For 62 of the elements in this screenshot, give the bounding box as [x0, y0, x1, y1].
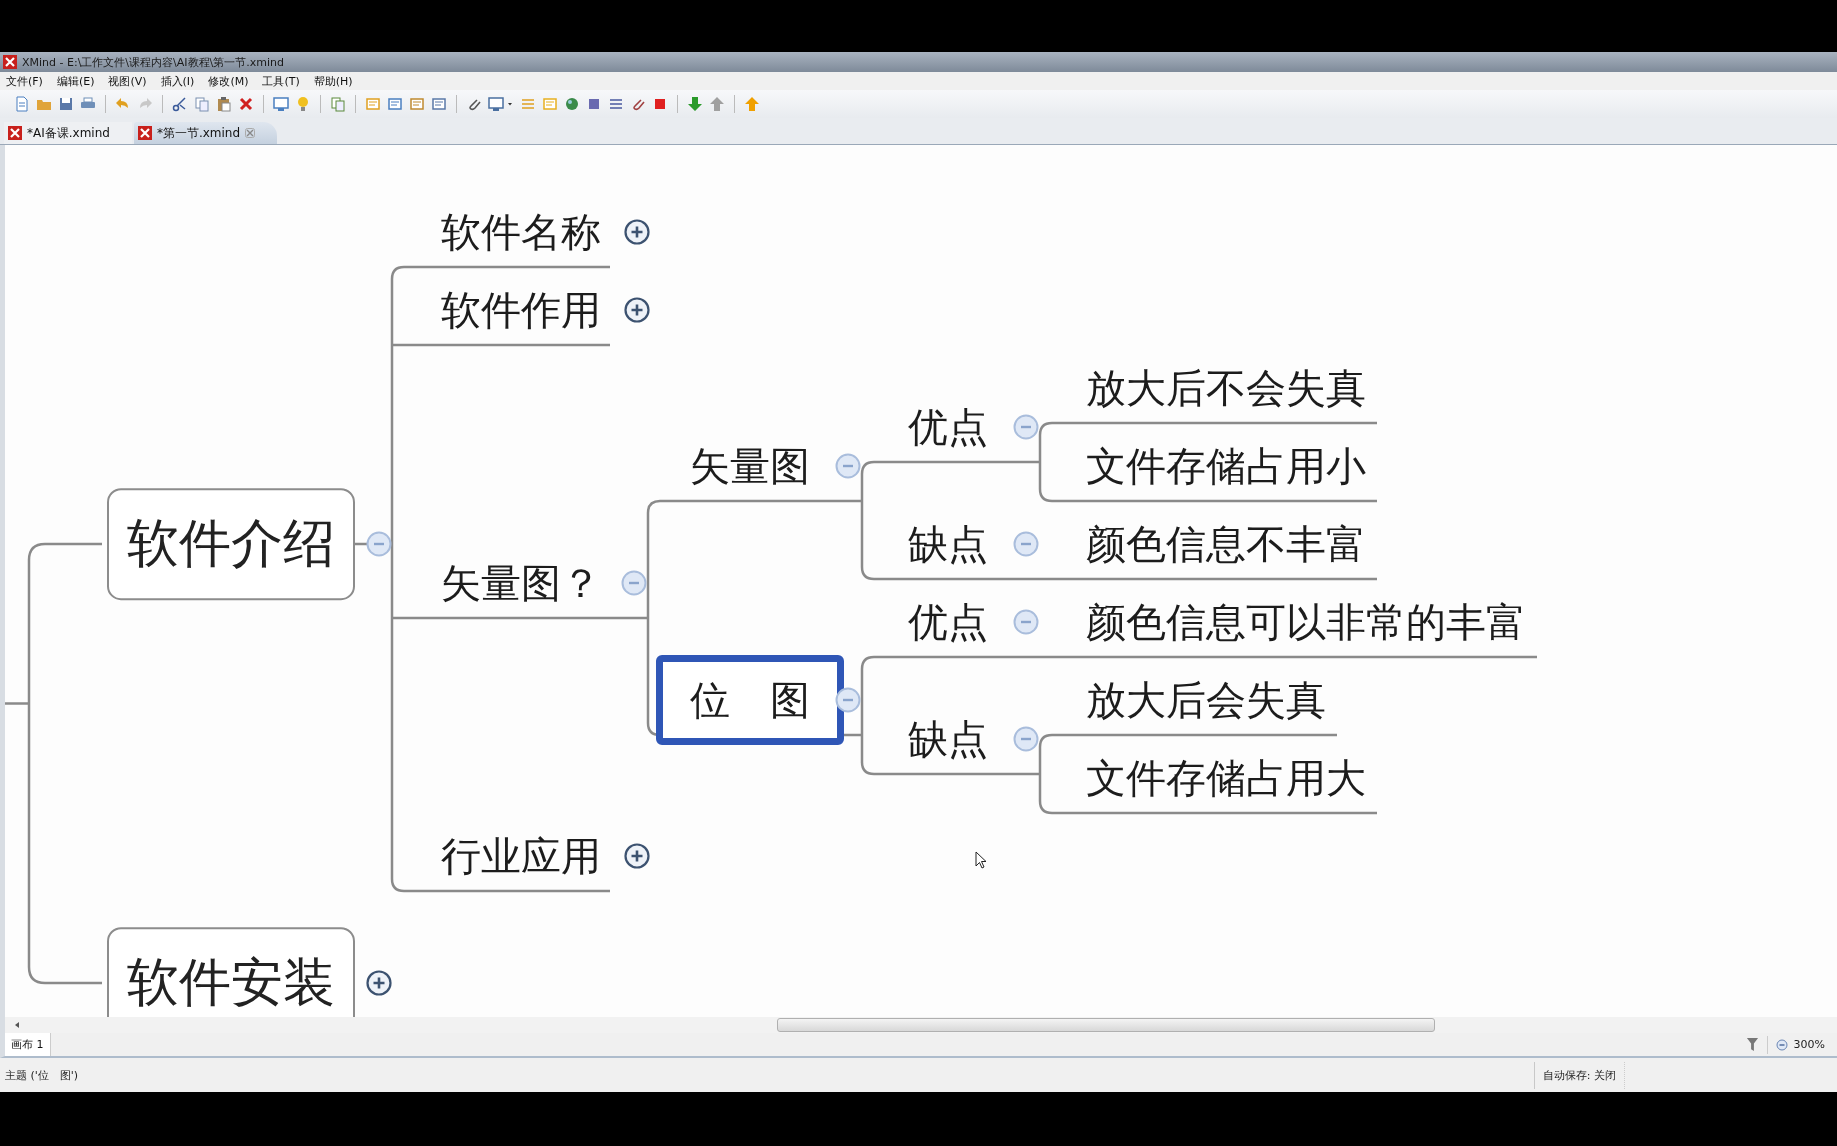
- topic-icon[interactable]: [365, 96, 381, 112]
- status-text: 主题 ('位 图'): [5, 1067, 79, 1083]
- subtopic[interactable]: 矢量图: [690, 441, 810, 491]
- subtopic[interactable]: 放大后不会失真: [1086, 363, 1366, 413]
- subtopic[interactable]: 行业应用: [441, 831, 601, 881]
- globe-icon[interactable]: [564, 96, 580, 112]
- paste-icon[interactable]: [216, 96, 232, 112]
- note-icon[interactable]: [542, 96, 558, 112]
- filter-icon[interactable]: [1745, 1037, 1759, 1052]
- collapse-button[interactable]: [366, 531, 392, 557]
- stop-icon[interactable]: [652, 96, 668, 112]
- subtopic[interactable]: 文件存储占用大: [1086, 753, 1366, 803]
- menu-item[interactable]: 插入(I): [160, 73, 195, 89]
- menu-item[interactable]: 文件(F): [6, 73, 43, 89]
- zoom-out-icon[interactable]: [1775, 1038, 1788, 1051]
- menu-item[interactable]: 工具(T): [262, 73, 300, 89]
- new-file-icon[interactable]: [14, 96, 30, 112]
- subtopic-icon[interactable]: [387, 96, 403, 112]
- scroll-left-icon[interactable]: [13, 1021, 21, 1029]
- zoom-level: 300%: [1793, 1038, 1825, 1051]
- subtopic[interactable]: 位 图: [656, 655, 844, 745]
- scrollbar-thumb[interactable]: [777, 1018, 1435, 1032]
- window-title: XMind - E:\工作文件\课程内容\AI教程\第一节.xmind: [22, 54, 284, 70]
- cut-icon[interactable]: [172, 96, 188, 112]
- sheet-tab[interactable]: 画布 1: [5, 1033, 51, 1056]
- subtopic[interactable]: 颜色信息可以非常的丰富: [1086, 597, 1526, 647]
- expand-button[interactable]: [624, 297, 650, 323]
- app-icon: [3, 55, 17, 69]
- lightbulb-icon[interactable]: [295, 96, 311, 112]
- paperclip-icon[interactable]: [466, 96, 482, 112]
- document-tab[interactable]: *AI备课.xmind: [4, 122, 132, 144]
- subtopic[interactable]: 文件存储占用小: [1086, 441, 1366, 491]
- subtopic[interactable]: 优点: [908, 597, 988, 647]
- subtopic[interactable]: 放大后会失真: [1086, 675, 1326, 725]
- subtopic[interactable]: 颜色信息不丰富: [1086, 519, 1366, 569]
- subtopic[interactable]: 软件名称: [441, 207, 601, 257]
- xmind-file-icon: [137, 126, 152, 140]
- delete-icon[interactable]: [238, 96, 254, 112]
- menu-item[interactable]: 帮助(H): [313, 73, 353, 89]
- mouse-cursor-icon: [975, 851, 987, 869]
- expand-button[interactable]: [624, 843, 650, 869]
- subtopic[interactable]: 矢量图？: [441, 558, 601, 608]
- menu-item[interactable]: 修改(M): [208, 73, 249, 89]
- subtopic[interactable]: 软件作用: [441, 285, 601, 335]
- subtopic[interactable]: 优点: [908, 402, 988, 452]
- monitor-icon[interactable]: [273, 96, 289, 112]
- close-icon[interactable]: [245, 128, 256, 138]
- xmind-file-icon: [8, 126, 22, 140]
- document-tab[interactable]: *第一节.xmind: [133, 122, 278, 144]
- main-topic[interactable]: 软件安装: [107, 927, 355, 1017]
- list-icon[interactable]: [608, 96, 624, 112]
- expand-button[interactable]: [624, 219, 650, 245]
- subtopic[interactable]: 缺点: [908, 714, 988, 764]
- menu-item[interactable]: 视图(V): [108, 73, 147, 89]
- main-topic[interactable]: 软件介绍: [107, 488, 355, 600]
- copy-icon[interactable]: [194, 96, 210, 112]
- subtopic[interactable]: 缺点: [908, 519, 988, 569]
- collapse-button[interactable]: [835, 687, 861, 713]
- expand-button[interactable]: [366, 970, 392, 996]
- save-icon[interactable]: [58, 96, 74, 112]
- menu-item[interactable]: 编辑(E): [56, 73, 95, 89]
- autosave-status: 自动保存: 关闭: [1533, 1061, 1625, 1089]
